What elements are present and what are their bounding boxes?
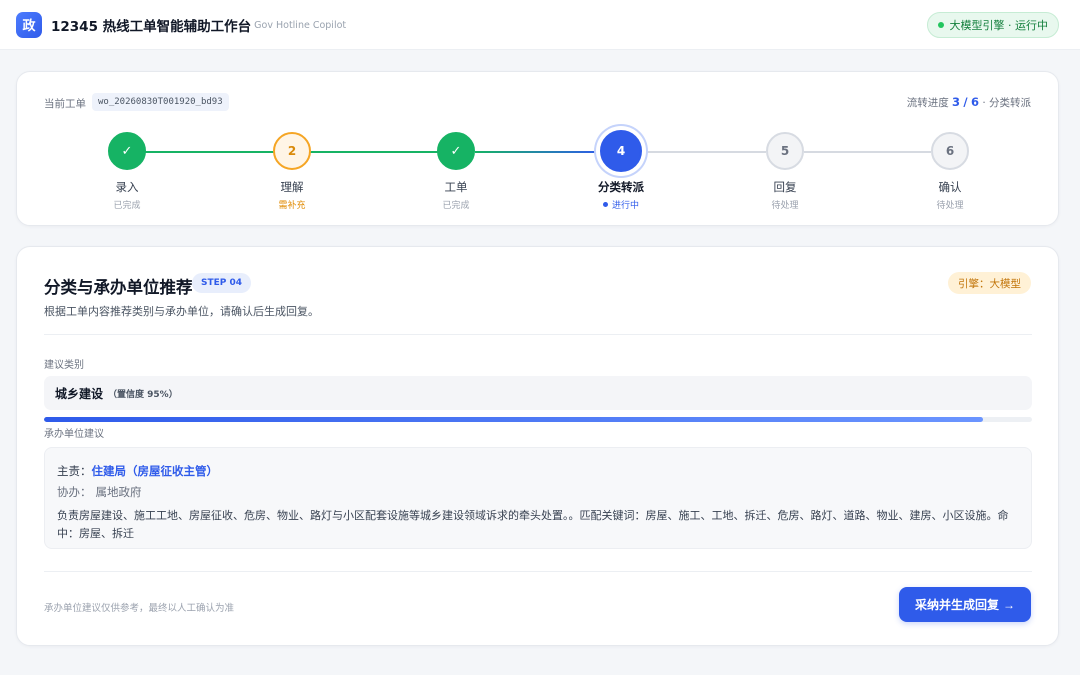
step-reply[interactable]: 5 回复 待处理 xyxy=(725,132,845,211)
step-status: 进行中 xyxy=(602,198,639,211)
step-understand[interactable]: 2 理解 需补充 xyxy=(232,132,352,211)
step-number: 5 xyxy=(766,132,804,170)
confidence-bar xyxy=(44,417,1032,422)
check-icon: ✓ xyxy=(108,132,146,170)
top-bar: 政 12345 热线工单智能辅助工作台 Gov Hotline Copilot … xyxy=(0,0,1080,50)
step-name: 录入 xyxy=(115,180,139,194)
active-dot-icon xyxy=(602,202,608,207)
category-name: 城乡建设 xyxy=(55,386,104,401)
classification-card: 分类与承办单位推荐 STEP 04 引擎：大模型 根据工单内容推荐类别与承办单位… xyxy=(16,246,1059,646)
status-dot-icon xyxy=(937,22,944,28)
step-intake[interactable]: ✓ 录入 已完成 xyxy=(67,132,187,211)
step-name: 理解 xyxy=(280,180,304,194)
step-status: 待处理 xyxy=(936,201,964,211)
assist-unit-key: 协办： xyxy=(57,484,92,499)
app-title: 12345 热线工单智能辅助工作台 xyxy=(51,18,252,35)
disclaimer-note: 承办单位建议仅供参考，最终以人工确认为准 xyxy=(44,603,235,614)
step-name: 确认 xyxy=(938,180,962,194)
category-confidence: （置信度 95%） xyxy=(108,390,178,400)
step-dispatch[interactable]: 4 分类转派 进行中 xyxy=(561,130,681,211)
adopt-and-reply-button[interactable]: 采纳并生成回复 → xyxy=(898,587,1031,622)
adopt-button-label: 采纳并生成回复 xyxy=(914,598,999,612)
step-status: 待处理 xyxy=(771,201,799,211)
step-number: 4 xyxy=(600,130,642,172)
step-status: 已完成 xyxy=(113,201,141,211)
page-title: 分类与承办单位推荐 xyxy=(44,278,193,297)
step-number: 6 xyxy=(931,132,969,170)
assist-unit-row: 协办： 属地政府 xyxy=(57,481,1019,502)
engine-badge: 引擎：大模型 xyxy=(948,272,1031,294)
step-status: 需补充 xyxy=(278,201,306,211)
lead-unit-value: 住建局（房屋征收主管） xyxy=(91,463,219,478)
assist-unit-value: 属地政府 xyxy=(95,484,142,499)
engine-status-text: 大模型引擎 · 运行中 xyxy=(949,19,1049,32)
unit-suggestion-box: 主责： 住建局（房屋征收主管） 协办： 属地政府 负责房屋建设、施工工地、房屋征… xyxy=(44,447,1032,549)
check-icon: ✓ xyxy=(437,132,475,170)
step-confirm[interactable]: 6 确认 待处理 xyxy=(890,132,1010,211)
app-logo: 政 xyxy=(16,11,42,38)
unit-description: 负责房屋建设、施工工地、房屋征收、危房、物业、路灯与小区配套设施等城乡建设领域诉… xyxy=(57,509,1009,540)
step-name: 分类转派 xyxy=(598,180,644,194)
page-description: 根据工单内容推荐类别与承办单位，请确认后生成回复。 xyxy=(44,305,319,318)
lead-unit-key: 主责： xyxy=(57,463,92,478)
step-badge: STEP 04 xyxy=(192,273,252,293)
step-status: 已完成 xyxy=(442,201,470,211)
confidence-bar-fill xyxy=(44,417,983,422)
unit-label: 承办单位建议 xyxy=(44,429,104,440)
step-number: 2 xyxy=(273,132,311,170)
step-ticket[interactable]: ✓ 工单 已完成 xyxy=(396,132,516,211)
divider xyxy=(44,571,1032,572)
step-name: 工单 xyxy=(444,180,468,194)
app-subtitle: Gov Hotline Copilot xyxy=(254,20,347,31)
engine-status-badge: 大模型引擎 · 运行中 xyxy=(926,12,1059,38)
category-label: 建议类别 xyxy=(44,360,84,371)
workflow-stepper: ✓ 录入 已完成 2 理解 需补充 ✓ 工单 已完成 4 分类转派 进行中 5 … xyxy=(17,72,1060,227)
lead-unit-row: 主责： 住建局（房屋征收主管） xyxy=(57,460,1019,481)
progress-card: 当前工单 wo_20260830T001920_bd93 流转进度 3 / 6 … xyxy=(16,71,1059,226)
arrow-right-icon: → xyxy=(1003,597,1015,612)
suggested-category[interactable]: 城乡建设 （置信度 95%） xyxy=(44,376,1032,410)
divider xyxy=(44,334,1032,335)
step-name: 回复 xyxy=(773,180,797,194)
